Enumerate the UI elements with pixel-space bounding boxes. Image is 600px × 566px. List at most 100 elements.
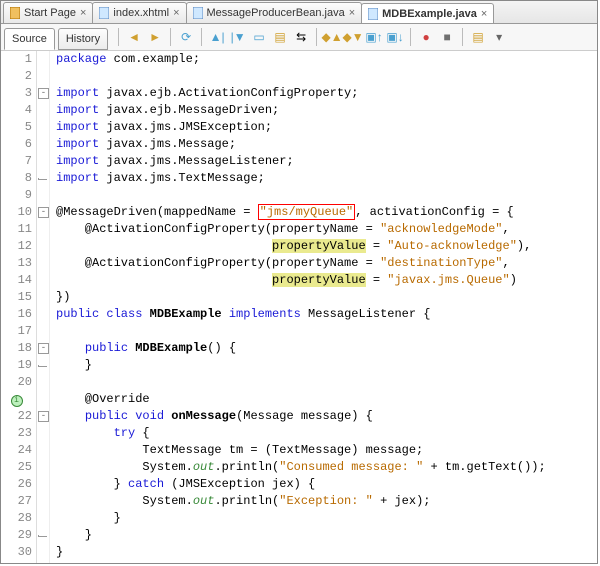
code-token: "Consumed message: "	[279, 460, 423, 474]
refresh-button[interactable]: ⟳	[178, 29, 194, 45]
indent-button[interactable]: ▤	[272, 29, 288, 45]
code-line[interactable]: propertyValue = "javax.jms.Queue")	[56, 272, 597, 289]
log-button[interactable]: ▤	[470, 29, 486, 45]
code-line[interactable]	[56, 323, 597, 340]
line-number: 13	[1, 255, 32, 272]
file-tab-1[interactable]: index.xhtml ×	[92, 2, 186, 23]
block-down-button[interactable]: ▣↓	[387, 29, 403, 45]
close-icon[interactable]: ×	[80, 8, 86, 19]
code-line[interactable]: TextMessage tm = (TextMessage) message;	[56, 442, 597, 459]
code-line[interactable]: import javax.jms.Message;	[56, 136, 597, 153]
fold-column[interactable]: - - - -	[37, 51, 50, 563]
close-icon[interactable]: ×	[173, 8, 179, 19]
nav-down-button[interactable]: ◆▼	[345, 29, 361, 45]
tab-source[interactable]: Source	[4, 28, 55, 50]
code-line[interactable]: }	[56, 510, 597, 527]
code-line[interactable]: import javax.jms.MessageListener;	[56, 153, 597, 170]
code-line[interactable]: public void onMessage(Message message) {	[56, 408, 597, 425]
find-prev-button[interactable]: ▲|	[209, 29, 225, 45]
file-tab-label: MessageProducerBean.java	[207, 7, 345, 19]
toolbar-separator	[170, 28, 171, 46]
code-editor[interactable]: 1234567891011121314151617181920i22232425…	[1, 51, 597, 563]
code-token: {	[135, 426, 149, 440]
code-token: try	[114, 426, 136, 440]
code-line[interactable]	[56, 68, 597, 85]
nav-back-button[interactable]: ◄	[126, 29, 142, 45]
code-line[interactable]: @Override	[56, 391, 597, 408]
code-token: implements	[229, 307, 301, 321]
tab-history[interactable]: History	[58, 28, 108, 50]
code-token: catch	[128, 477, 164, 491]
find-next-button[interactable]: |▼	[230, 29, 246, 45]
line-number: i	[1, 391, 32, 408]
file-icon	[99, 7, 109, 19]
code-token: public	[85, 341, 128, 355]
fold-toggle-icon[interactable]: -	[38, 88, 49, 99]
code-token: import	[56, 154, 99, 168]
line-number: 6	[1, 136, 32, 153]
code-line[interactable]: import javax.jms.JMSException;	[56, 119, 597, 136]
code-token: })	[56, 290, 70, 304]
toolbar-menu-button[interactable]: ▾	[491, 29, 507, 45]
file-tab-0[interactable]: Start Page ×	[3, 2, 93, 23]
code-token: }	[56, 511, 121, 525]
code-token: @MessageDriven(mappedName =	[56, 205, 258, 219]
code-line[interactable]: public MDBExample() {	[56, 340, 597, 357]
fold-toggle-icon[interactable]: -	[38, 343, 49, 354]
block-up-button[interactable]: ▣↑	[366, 29, 382, 45]
code-token: "Exception: "	[279, 494, 373, 508]
code-line[interactable]: public class MDBExample implements Messa…	[56, 306, 597, 323]
code-line[interactable]: @MessageDriven(mappedName = "jms/myQueue…	[56, 204, 597, 221]
line-number: 11	[1, 221, 32, 238]
code-line[interactable]: try {	[56, 425, 597, 442]
highlight-button[interactable]: ▭	[251, 29, 267, 45]
code-line[interactable]: @ActivationConfigProperty(propertyName =…	[56, 221, 597, 238]
code-token: TextMessage tm = (TextMessage) message;	[56, 443, 423, 457]
fold-toggle-icon[interactable]: -	[38, 207, 49, 218]
line-number: 9	[1, 187, 32, 204]
nav-forward-button[interactable]: ►	[147, 29, 163, 45]
code-line[interactable]: package com.example;	[56, 51, 597, 68]
code-line[interactable]: }	[56, 527, 597, 544]
code-line[interactable]	[56, 374, 597, 391]
code-token: "javax.jms.Queue"	[387, 273, 509, 287]
code-line[interactable]: }	[56, 357, 597, 374]
line-number: 27	[1, 493, 32, 510]
record-button[interactable]: ●	[418, 29, 434, 45]
close-icon[interactable]: ×	[481, 9, 487, 20]
editor-window: Start Page×index.xhtml×MessageProducerBe…	[0, 0, 598, 564]
shift-button[interactable]: ⇆	[293, 29, 309, 45]
code-line[interactable]: import javax.jms.TextMessage;	[56, 170, 597, 187]
code-line[interactable]: import javax.ejb.ActivationConfigPropert…	[56, 85, 597, 102]
stop-button[interactable]: ■	[439, 29, 455, 45]
code-line[interactable]: System.out.println("Exception: " + jex);	[56, 493, 597, 510]
code-token: MDBExample	[150, 307, 222, 321]
file-tab-label: Start Page	[24, 7, 76, 19]
code-content[interactable]: package com.example; import javax.ejb.Act…	[50, 51, 597, 563]
code-line[interactable]: }	[56, 544, 597, 561]
code-line[interactable]: } catch (JMSException jex) {	[56, 476, 597, 493]
highlighted-identifier: propertyValue	[272, 273, 366, 287]
code-token: "destinationType"	[380, 256, 502, 270]
code-line[interactable]: propertyValue = "Auto-acknowledge"),	[56, 238, 597, 255]
code-token	[56, 239, 272, 253]
code-token	[142, 307, 149, 321]
code-line[interactable]: import javax.ejb.MessageDriven;	[56, 102, 597, 119]
code-token: .println(	[214, 494, 279, 508]
file-tab-3[interactable]: MDBExample.java×	[361, 3, 494, 24]
file-tab-2[interactable]: MessageProducerBean.java ×	[186, 2, 363, 23]
file-tab-strip: Start Page×index.xhtml×MessageProducerBe…	[1, 1, 597, 24]
line-number-gutter: 1234567891011121314151617181920i22232425…	[1, 51, 37, 563]
file-tab-label: index.xhtml	[113, 7, 169, 19]
code-token: ,	[502, 222, 509, 236]
line-number: 30	[1, 544, 32, 561]
code-line[interactable]: @ActivationConfigProperty(propertyName =…	[56, 255, 597, 272]
nav-up-button[interactable]: ◆▲	[324, 29, 340, 45]
code-line[interactable]: })	[56, 289, 597, 306]
toolbar-separator	[201, 28, 202, 46]
code-line[interactable]: System.out.println("Consumed message: " …	[56, 459, 597, 476]
code-token	[56, 341, 85, 355]
fold-toggle-icon[interactable]: -	[38, 411, 49, 422]
close-icon[interactable]: ×	[349, 8, 355, 19]
code-line[interactable]	[56, 187, 597, 204]
